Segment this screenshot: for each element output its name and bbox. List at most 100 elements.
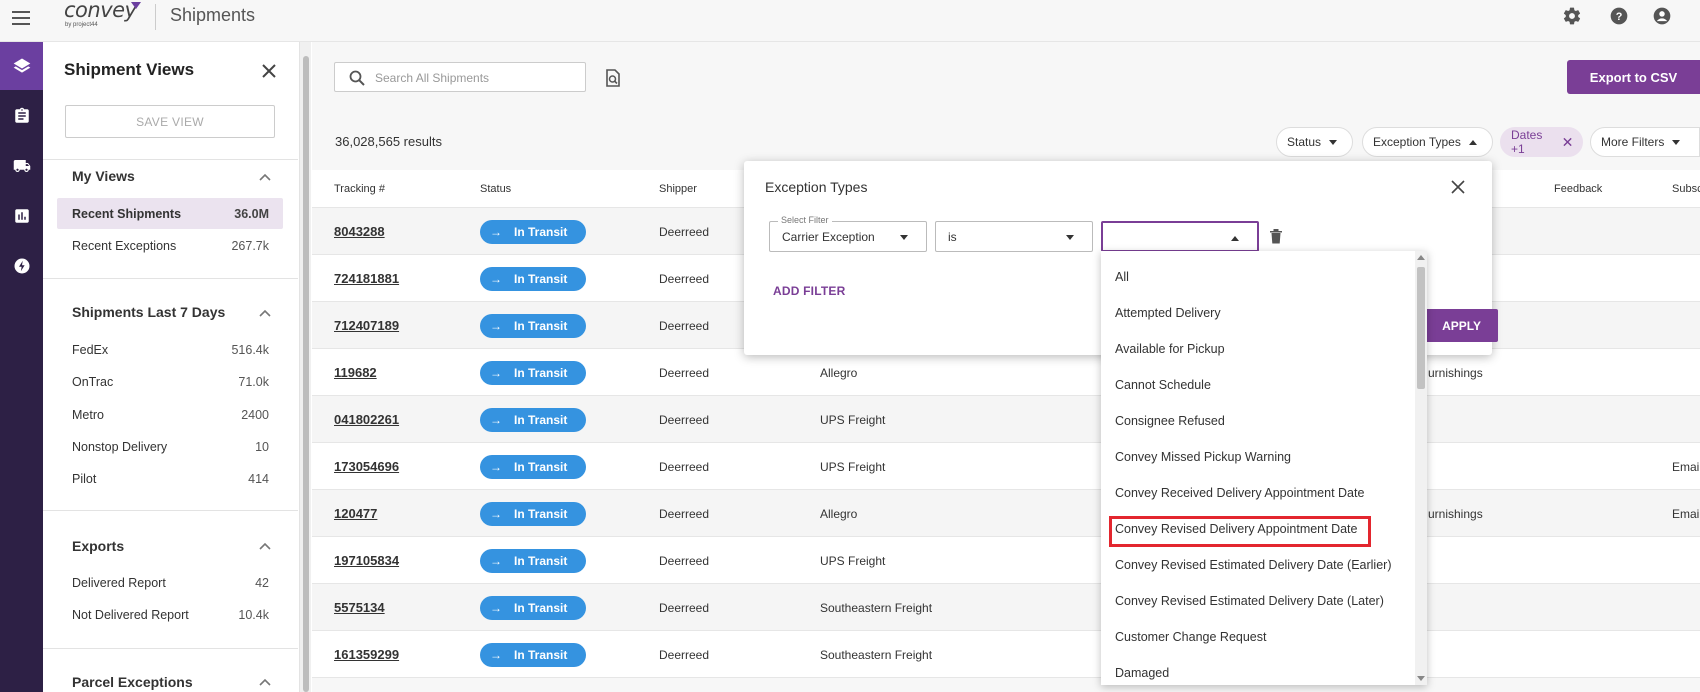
- option-item[interactable]: Convey Missed Pickup Warning: [1115, 450, 1291, 464]
- rail-analytics[interactable]: [0, 192, 43, 240]
- view-item-label: Not Delivered Report: [72, 607, 189, 622]
- subscription-cell: Emai: [1672, 460, 1700, 474]
- shipper-cell: Deerreed: [659, 272, 710, 286]
- column-header-feedback[interactable]: Feedback: [1554, 183, 1602, 195]
- view-item-metro[interactable]: Metro 2400: [57, 399, 283, 430]
- help-icon[interactable]: ?: [1609, 6, 1629, 26]
- export-to-csv-button[interactable]: Export to CSV: [1567, 60, 1700, 94]
- rail-orders[interactable]: [0, 92, 43, 140]
- user-account-icon[interactable]: [1652, 6, 1672, 26]
- options-scrollbar-thumb[interactable]: [1417, 267, 1425, 389]
- filter-status[interactable]: Status: [1276, 127, 1353, 157]
- menu-icon[interactable]: [8, 6, 34, 30]
- chevron-up-icon[interactable]: [258, 170, 272, 184]
- bar-chart-icon: [14, 209, 29, 223]
- close-icon[interactable]: [260, 62, 278, 80]
- tracking-link[interactable]: 119682: [334, 365, 377, 380]
- view-item-label: FedEx: [72, 342, 109, 357]
- save-view-button[interactable]: SAVE VIEW: [65, 105, 275, 138]
- tracking-link[interactable]: 712407189: [334, 318, 399, 333]
- option-item[interactable]: Customer Change Request: [1115, 630, 1266, 644]
- carrier-cell: Allegro: [820, 507, 858, 521]
- filter-more[interactable]: More Filters: [1590, 127, 1700, 157]
- tracking-link[interactable]: 161359299: [334, 647, 399, 662]
- add-filter-button[interactable]: ADD FILTER: [773, 284, 845, 298]
- gear-icon[interactable]: [1562, 6, 1582, 26]
- filter-dates[interactable]: Dates +1: [1500, 127, 1583, 157]
- arrow-right-icon: →: [490, 413, 502, 427]
- view-item-nonstop-delivery[interactable]: Nonstop Delivery 10: [57, 431, 283, 462]
- tracking-link[interactable]: 120477: [334, 506, 377, 521]
- view-item-label: Nonstop Delivery: [72, 439, 168, 454]
- option-item[interactable]: Convey Revised Estimated Delivery Date (…: [1115, 594, 1384, 608]
- scroll-down-icon[interactable]: [1417, 676, 1425, 681]
- status-badge: → In Transit: [480, 267, 586, 291]
- table-row[interactable]: 120477 → In Transit Deerreed Allegro urni…: [312, 490, 1700, 537]
- highlight-box: [1109, 516, 1371, 547]
- value-dropdown[interactable]: [1101, 221, 1259, 252]
- operator-dropdown[interactable]: is: [935, 221, 1093, 252]
- exception-type-options-list[interactable]: All Attempted Delivery Available for Pic…: [1101, 251, 1427, 685]
- table-row[interactable]: 119682 → In Transit Deerreed Allegro urni…: [312, 349, 1700, 396]
- column-header-shipper[interactable]: Shipper: [659, 183, 697, 195]
- tracking-link[interactable]: 5575134: [334, 600, 385, 615]
- status-badge: → In Transit: [480, 455, 586, 479]
- tracking-link[interactable]: 724181881: [334, 271, 399, 286]
- option-item[interactable]: Available for Pickup: [1115, 342, 1225, 356]
- convey-logo[interactable]: convey by project44: [64, 0, 150, 34]
- rail-automations[interactable]: [0, 242, 43, 290]
- chevron-up-icon[interactable]: [258, 306, 272, 320]
- rail-shipments[interactable]: [0, 42, 43, 90]
- shipper-cell: Deerreed: [659, 507, 710, 521]
- view-item-recent-shipments[interactable]: Recent Shipments 36.0M: [57, 198, 283, 229]
- view-item-delivered-report[interactable]: Delivered Report 42: [57, 567, 283, 598]
- scroll-up-icon[interactable]: [1417, 255, 1425, 260]
- status-text: In Transit: [514, 554, 568, 568]
- tracking-link[interactable]: 8043288: [334, 224, 385, 239]
- option-item[interactable]: Convey Revised Estimated Delivery Date (…: [1115, 558, 1391, 572]
- chevron-up-icon[interactable]: [258, 539, 272, 553]
- section-my-views-title[interactable]: My Views: [72, 168, 135, 184]
- view-item-recent-exceptions[interactable]: Recent Exceptions 267.7k: [57, 230, 283, 261]
- trash-icon[interactable]: [1269, 228, 1283, 244]
- option-item[interactable]: Convey Received Delivery Appointment Dat…: [1115, 486, 1364, 500]
- caret-up-icon: [1231, 236, 1239, 241]
- tracking-link[interactable]: 041802261: [334, 412, 399, 427]
- view-item-pilot[interactable]: Pilot 414: [57, 463, 283, 494]
- tracking-link[interactable]: 173054696: [334, 459, 399, 474]
- column-header-tracking[interactable]: Tracking #: [334, 183, 385, 195]
- table-row[interactable]: 041802261 → In Transit Deerreed UPS Freig…: [312, 396, 1700, 443]
- option-item[interactable]: All: [1115, 270, 1129, 284]
- filter-exception-types[interactable]: Exception Types: [1362, 127, 1493, 157]
- table-row[interactable]: 161359299 → In Transit Deerreed Southeast…: [312, 631, 1700, 678]
- top-bar: convey by project44 Shipments ?: [0, 0, 1700, 42]
- option-item[interactable]: Cannot Schedule: [1115, 378, 1211, 392]
- tracking-link[interactable]: 197105834: [334, 553, 399, 568]
- table-row[interactable]: 5575134 → In Transit Deerreed Southeaster…: [312, 584, 1700, 631]
- chevron-up-icon[interactable]: [258, 675, 272, 689]
- option-item[interactable]: Damaged: [1115, 666, 1169, 680]
- close-icon[interactable]: [1450, 179, 1466, 195]
- section-parcel-exceptions-title[interactable]: Parcel Exceptions: [72, 674, 193, 690]
- option-item[interactable]: Consignee Refused: [1115, 414, 1225, 428]
- clear-filter-icon[interactable]: [1563, 137, 1572, 147]
- status-text: In Transit: [514, 648, 568, 662]
- section-exports-title[interactable]: Exports: [72, 538, 124, 554]
- table-row[interactable]: 173054696 → In Transit Deerreed UPS Freig…: [312, 443, 1700, 490]
- table-row[interactable]: 197105834 → In Transit Deerreed UPS Freig…: [312, 537, 1700, 584]
- view-item-ontrac[interactable]: OnTrac 71.0k: [57, 366, 283, 397]
- column-header-status[interactable]: Status: [480, 183, 511, 195]
- document-search-icon[interactable]: [603, 68, 623, 88]
- section-last-7-days-title[interactable]: Shipments Last 7 Days: [72, 304, 225, 320]
- rail-carriers[interactable]: [0, 142, 43, 190]
- view-item-fedex[interactable]: FedEx 516.4k: [57, 334, 283, 365]
- shipper-cell: Deerreed: [659, 601, 710, 615]
- status-text: In Transit: [514, 601, 568, 615]
- search-input[interactable]: Search All Shipments: [334, 62, 586, 92]
- option-item[interactable]: Attempted Delivery: [1115, 306, 1221, 320]
- view-item-not-delivered-report[interactable]: Not Delivered Report 10.4k: [57, 599, 283, 630]
- panel-scrollbar-thumb[interactable]: [303, 56, 309, 692]
- column-header-subscriptions[interactable]: Subsc: [1672, 183, 1700, 195]
- truck-icon: [13, 160, 30, 172]
- select-filter-dropdown[interactable]: Select Filter Carrier Exception: [769, 215, 927, 252]
